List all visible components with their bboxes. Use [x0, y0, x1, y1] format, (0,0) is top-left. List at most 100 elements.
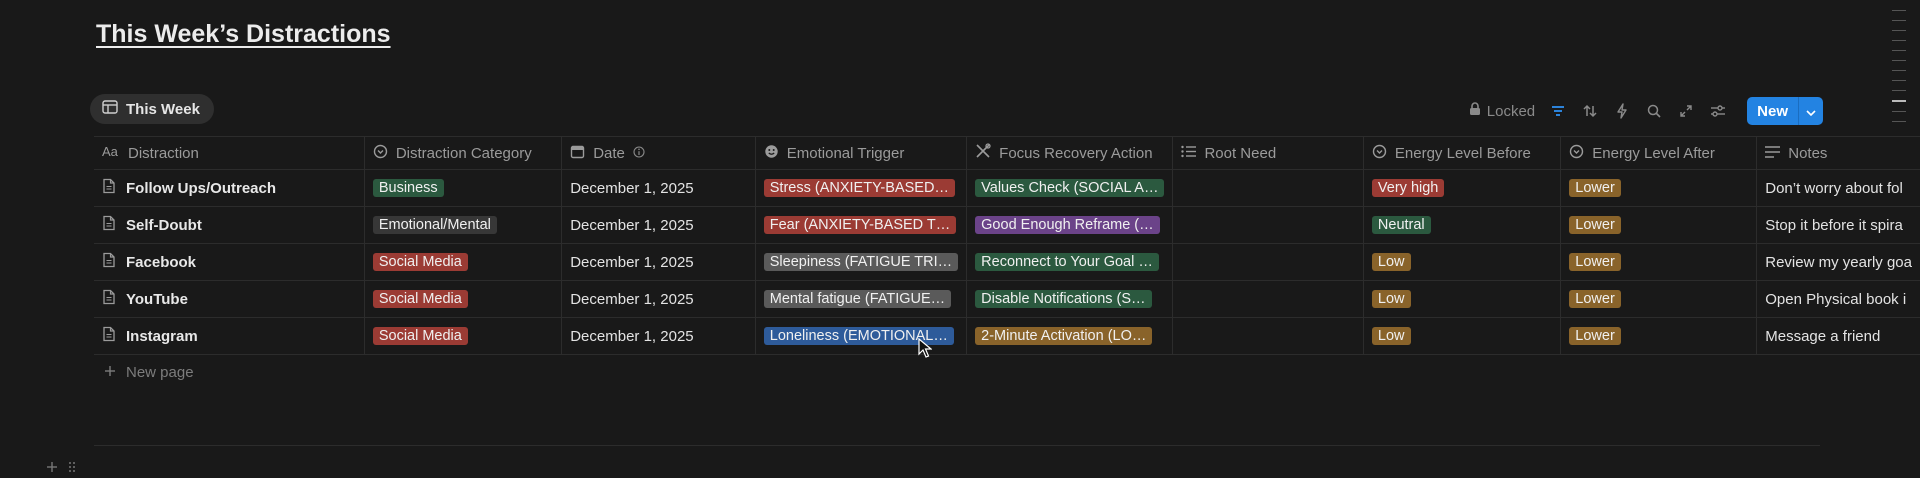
svg-text:Aa: Aa [102, 144, 119, 158]
date-cell[interactable]: December 1, 2025 [561, 317, 756, 355]
energy-before-cell[interactable]: Very high [1362, 169, 1561, 207]
sort-icon[interactable] [1581, 102, 1599, 120]
distraction-name: YouTube [126, 290, 188, 308]
column-header-4[interactable]: Focus Recovery Action [966, 136, 1173, 170]
column-header-1[interactable]: Distraction Category [363, 136, 562, 170]
new-button[interactable]: New [1747, 97, 1798, 125]
emotional-trigger-cell[interactable]: Fear (ANXIETY-BASED T… [754, 206, 967, 244]
emotional-trigger-cell[interactable]: Mental fatigue (FATIGUE… [754, 280, 967, 318]
category-cell[interactable]: Emotional/Mental [363, 206, 562, 244]
crossed-tools-icon [975, 143, 991, 163]
page-title[interactable]: This Week’s Distractions [96, 20, 391, 49]
before-tag: Very high [1371, 179, 1445, 198]
column-header-3[interactable]: Emotional Trigger [754, 136, 967, 170]
notes-cell[interactable]: Stop it before it spira [1756, 206, 1920, 244]
page-icon [102, 215, 116, 235]
energy-before-cell[interactable]: Low [1362, 317, 1561, 355]
energy-after-cell[interactable]: Lower [1560, 280, 1757, 318]
category-tag: Emotional/Mental [372, 216, 497, 235]
date-cell[interactable]: December 1, 2025 [561, 169, 756, 207]
category-cell[interactable]: Social Media [363, 280, 562, 318]
emotional-trigger-cell[interactable]: Loneliness (EMOTIONAL… [754, 317, 967, 355]
energy-before-cell[interactable]: Low [1362, 243, 1561, 281]
distraction-cell[interactable]: YouTube [94, 280, 365, 318]
search-icon[interactable] [1645, 102, 1663, 120]
tab-label: This Week [126, 100, 200, 118]
notes-cell[interactable]: Don’t worry about fol [1756, 169, 1920, 207]
page-icon [102, 252, 116, 272]
distraction-cell[interactable]: Follow Ups/Outreach [94, 169, 365, 207]
focus-recovery-cell[interactable]: Values Check (SOCIAL A… [966, 169, 1173, 207]
column-header-label: Notes [1788, 144, 1828, 162]
table-row[interactable]: Instagram Social Media December 1, 2025 Lon… [94, 317, 1920, 355]
table-row[interactable]: Self-Doubt Emotional/Mental December 1, 20… [94, 206, 1920, 244]
locked-indicator[interactable]: Locked [1469, 102, 1535, 120]
notes-cell[interactable]: Open Physical book i [1756, 280, 1920, 318]
root-need-cell[interactable] [1172, 243, 1364, 281]
root-need-cell[interactable] [1172, 280, 1364, 318]
new-page-label: New page [126, 364, 194, 381]
column-header-8[interactable]: Notes [1756, 136, 1920, 170]
energy-after-cell[interactable]: Lower [1560, 243, 1757, 281]
tab-this-week[interactable]: This Week [90, 94, 214, 124]
energy-after-cell[interactable]: Lower [1560, 206, 1757, 244]
column-header-2[interactable]: Date [561, 136, 756, 170]
column-header-label: Distraction Category [395, 144, 532, 162]
energy-after-cell[interactable]: Lower [1560, 169, 1757, 207]
energy-before-cell[interactable]: Neutral [1362, 206, 1561, 244]
table-row[interactable]: Facebook Social Media December 1, 2025 Slee… [94, 243, 1920, 281]
outline-minimap[interactable] [1892, 10, 1906, 131]
new-page-button[interactable]: New page [104, 364, 194, 381]
new-dropdown-button[interactable] [1798, 97, 1823, 125]
date-cell[interactable]: December 1, 2025 [561, 243, 756, 281]
category-tag: Social Media [372, 290, 468, 309]
category-cell[interactable]: Business [363, 169, 562, 207]
recovery-tag: Values Check (SOCIAL A… [975, 179, 1165, 198]
after-tag: Lower [1569, 327, 1621, 346]
focus-recovery-cell[interactable]: Reconnect to Your Goal … [966, 243, 1173, 281]
info-icon[interactable] [633, 145, 645, 162]
before-tag: Low [1371, 253, 1411, 272]
column-header-7[interactable]: Energy Level After [1560, 136, 1757, 170]
page-icon [102, 289, 116, 309]
category-cell[interactable]: Social Media [363, 243, 562, 281]
mouse-cursor-icon [918, 337, 933, 363]
focus-recovery-cell[interactable]: Disable Notifications (S… [966, 280, 1173, 318]
energy-after-cell[interactable]: Lower [1560, 317, 1757, 355]
focus-recovery-cell[interactable]: Good Enough Reframe (… [966, 206, 1173, 244]
notes-text: Open Physical book i [1765, 290, 1907, 308]
emotional-trigger-cell[interactable]: Sleepiness (FATIGUE TRI… [754, 243, 967, 281]
notes-text: Review my yearly goa [1765, 253, 1912, 271]
settings-sliders-icon[interactable] [1709, 102, 1727, 120]
root-need-cell[interactable] [1172, 169, 1364, 207]
table-row[interactable]: Follow Ups/Outreach Business December 1, 2… [94, 169, 1920, 207]
root-need-cell[interactable] [1172, 317, 1364, 355]
date-cell[interactable]: December 1, 2025 [561, 206, 756, 244]
category-cell[interactable]: Social Media [363, 317, 562, 355]
notes-cell[interactable]: Review my yearly goa [1756, 243, 1920, 281]
add-block-icon[interactable] [46, 460, 58, 478]
column-header-label: Emotional Trigger [786, 144, 905, 162]
date-cell[interactable]: December 1, 2025 [561, 280, 756, 318]
energy-before-cell[interactable]: Low [1362, 280, 1561, 318]
column-header-label: Energy Level After [1592, 144, 1715, 162]
expand-icon[interactable] [1677, 102, 1695, 120]
distraction-cell[interactable]: Facebook [94, 243, 365, 281]
automation-lightning-icon[interactable] [1613, 102, 1631, 120]
before-tag: Neutral [1371, 216, 1431, 235]
distraction-cell[interactable]: Self-Doubt [94, 206, 365, 244]
column-header-label: Distraction [128, 144, 199, 162]
column-header-0[interactable]: Aa Distraction [94, 136, 365, 170]
column-header-6[interactable]: Energy Level Before [1362, 136, 1561, 170]
distraction-cell[interactable]: Instagram [94, 317, 365, 355]
notes-cell[interactable]: Message a friend [1756, 317, 1920, 355]
drag-handle-icon[interactable] [68, 460, 76, 478]
table-row[interactable]: YouTube Social Media December 1, 2025 Menta… [94, 280, 1920, 318]
root-need-cell[interactable] [1172, 206, 1364, 244]
select-icon [1569, 144, 1584, 163]
filter-icon[interactable] [1549, 102, 1567, 120]
emotional-trigger-cell[interactable]: Stress (ANXIETY-BASED… [754, 169, 967, 207]
database-table: Aa Distraction Distraction Category Date Emo… [94, 136, 1920, 355]
column-header-5[interactable]: Root Need [1172, 136, 1364, 170]
focus-recovery-cell[interactable]: 2-Minute Activation (LO… [966, 317, 1173, 355]
